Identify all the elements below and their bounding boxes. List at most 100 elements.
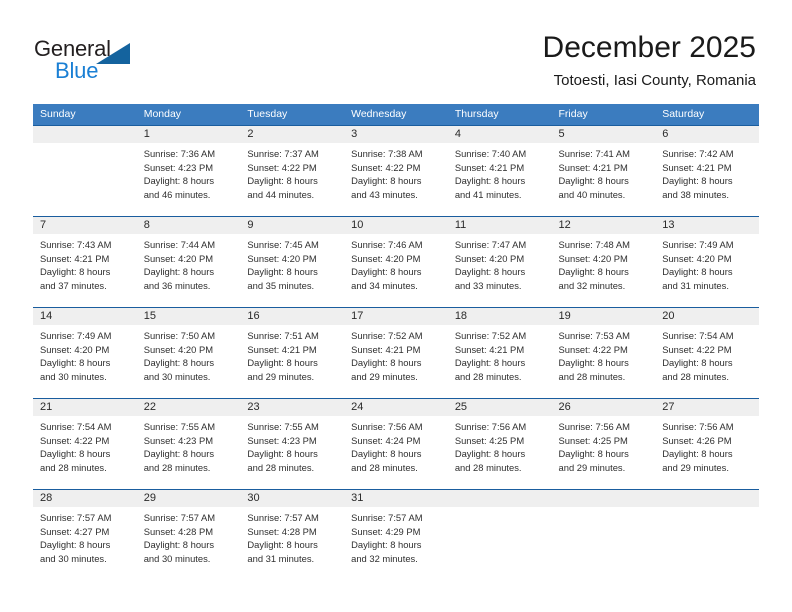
calendar-day-cell bbox=[447, 489, 552, 582]
calendar-day-cell[interactable]: 19 Sunrise: 7:53 AM Sunset: 4:22 PM Dayligh… bbox=[551, 307, 656, 399]
calendar-day-cell[interactable]: 13 Sunrise: 7:49 AM Sunset: 4:20 PM Dayligh… bbox=[655, 216, 759, 308]
calendar-day-cell[interactable]: 24 Sunrise: 7:56 AM Sunset: 4:24 PM Dayligh… bbox=[344, 398, 448, 490]
day-details: Sunrise: 7:49 AM Sunset: 4:20 PM Daylight:… bbox=[655, 234, 759, 292]
daylight-text-line1: Daylight: 8 hours bbox=[662, 448, 733, 460]
sunset-text: Sunset: 4:20 PM bbox=[454, 252, 525, 264]
day-cell-content: 4 Sunrise: 7:40 AM Sunset: 4:21 PM Daylight… bbox=[447, 126, 552, 216]
day-details: Sunrise: 7:57 AM Sunset: 4:27 PM Daylight:… bbox=[33, 507, 137, 565]
day-details: Sunrise: 7:42 AM Sunset: 4:21 PM Daylight:… bbox=[655, 143, 759, 201]
sunrise-text: Sunrise: 7:50 AM bbox=[143, 330, 216, 341]
day-cell-content: 22 Sunrise: 7:55 AM Sunset: 4:23 PM Dayligh… bbox=[136, 399, 241, 489]
day-number: 22 bbox=[136, 399, 241, 416]
day-cell-content: 5 Sunrise: 7:41 AM Sunset: 4:21 PM Daylight… bbox=[551, 126, 656, 216]
sunset-text: Sunset: 4:21 PM bbox=[662, 161, 732, 173]
calendar-day-cell[interactable]: 29 Sunrise: 7:57 AM Sunset: 4:28 PM Dayligh… bbox=[136, 489, 241, 582]
calendar-day-cell bbox=[551, 489, 656, 582]
calendar-day-cell[interactable]: 25 Sunrise: 7:56 AM Sunset: 4:25 PM Dayligh… bbox=[447, 398, 552, 490]
day-details: Sunrise: 7:37 AM Sunset: 4:22 PM Daylight:… bbox=[240, 143, 344, 201]
sunrise-text: Sunrise: 7:49 AM bbox=[662, 239, 734, 250]
sunset-text: Sunset: 4:22 PM bbox=[351, 161, 421, 173]
day-cell-content: 24 Sunrise: 7:56 AM Sunset: 4:24 PM Dayligh… bbox=[344, 399, 448, 489]
general-blue-logo[interactable]: General Blue bbox=[34, 36, 164, 92]
calendar-day-cell[interactable]: 18 Sunrise: 7:52 AM Sunset: 4:21 PM Dayligh… bbox=[447, 307, 552, 399]
sunrise-text: Sunrise: 7:57 AM bbox=[247, 512, 319, 523]
calendar-day-cell[interactable]: 17 Sunrise: 7:52 AM Sunset: 4:21 PM Dayligh… bbox=[344, 307, 448, 399]
day-cell-content: 19 Sunrise: 7:53 AM Sunset: 4:22 PM Dayligh… bbox=[551, 308, 656, 398]
weekday-header-tuesday: Tuesday bbox=[240, 104, 345, 126]
day-details: Sunrise: 7:38 AM Sunset: 4:22 PM Daylight:… bbox=[344, 143, 448, 201]
weekday-header-thursday: Thursday bbox=[447, 104, 552, 126]
day-number: 24 bbox=[344, 399, 448, 416]
calendar-day-cell[interactable]: 22 Sunrise: 7:55 AM Sunset: 4:23 PM Dayligh… bbox=[136, 398, 241, 490]
calendar-day-cell[interactable]: 16 Sunrise: 7:51 AM Sunset: 4:21 PM Dayligh… bbox=[240, 307, 345, 399]
sunset-text: Sunset: 4:23 PM bbox=[247, 434, 317, 446]
daylight-text-line1: Daylight: 8 hours bbox=[351, 266, 422, 278]
day-cell-content: 17 Sunrise: 7:52 AM Sunset: 4:21 PM Dayligh… bbox=[344, 308, 448, 398]
day-number: 6 bbox=[655, 126, 759, 143]
calendar-day-cell[interactable]: 15 Sunrise: 7:50 AM Sunset: 4:20 PM Dayligh… bbox=[136, 307, 241, 399]
day-details: Sunrise: 7:57 AM Sunset: 4:28 PM Daylight:… bbox=[240, 507, 344, 565]
sunrise-text: Sunrise: 7:43 AM bbox=[40, 239, 112, 250]
daylight-text-line2: and 36 minutes. bbox=[143, 279, 211, 291]
daylight-text-line1: Daylight: 8 hours bbox=[351, 357, 422, 369]
daylight-text-line2: and 34 minutes. bbox=[351, 279, 418, 291]
day-number: 16 bbox=[240, 308, 345, 325]
day-details: Sunrise: 7:40 AM Sunset: 4:21 PM Daylight:… bbox=[448, 143, 552, 201]
daylight-text-line1: Daylight: 8 hours bbox=[558, 448, 629, 460]
daylight-text-line2: and 29 minutes. bbox=[558, 461, 626, 473]
daylight-text-line1: Daylight: 8 hours bbox=[558, 175, 629, 187]
calendar-day-cell[interactable]: 31 Sunrise: 7:57 AM Sunset: 4:29 PM Dayligh… bbox=[344, 489, 448, 582]
day-number: 18 bbox=[447, 308, 552, 325]
sunrise-text: Sunrise: 7:49 AM bbox=[40, 330, 112, 341]
calendar-day-cell[interactable]: 2 Sunrise: 7:37 AM Sunset: 4:22 PM Daylight… bbox=[240, 125, 345, 217]
sunrise-text: Sunrise: 7:38 AM bbox=[351, 148, 423, 159]
day-cell-content: 3 Sunrise: 7:38 AM Sunset: 4:22 PM Daylight… bbox=[344, 126, 448, 216]
calendar-day-cell[interactable]: 14 Sunrise: 7:49 AM Sunset: 4:20 PM Dayligh… bbox=[33, 307, 137, 399]
day-cell-content: 29 Sunrise: 7:57 AM Sunset: 4:28 PM Dayligh… bbox=[136, 490, 241, 582]
daylight-text-line2: and 28 minutes. bbox=[351, 461, 418, 473]
daylight-text-line2: and 30 minutes. bbox=[143, 552, 211, 564]
sunset-text: Sunset: 4:21 PM bbox=[454, 161, 525, 173]
day-cell-content bbox=[551, 490, 656, 582]
daylight-text-line2: and 28 minutes. bbox=[40, 461, 107, 473]
daylight-text-line1: Daylight: 8 hours bbox=[662, 357, 733, 369]
calendar-day-cell[interactable]: 8 Sunrise: 7:44 AM Sunset: 4:20 PM Daylight… bbox=[136, 216, 241, 308]
day-number: 25 bbox=[447, 399, 552, 416]
day-number: 12 bbox=[551, 217, 656, 234]
calendar-day-cell[interactable]: 27 Sunrise: 7:56 AM Sunset: 4:26 PM Dayligh… bbox=[655, 398, 759, 490]
calendar-day-cell[interactable]: 30 Sunrise: 7:57 AM Sunset: 4:28 PM Dayligh… bbox=[240, 489, 345, 582]
day-details: Sunrise: 7:54 AM Sunset: 4:22 PM Daylight:… bbox=[655, 325, 759, 383]
sunset-text: Sunset: 4:25 PM bbox=[454, 434, 525, 446]
calendar-day-cell[interactable]: 21 Sunrise: 7:54 AM Sunset: 4:22 PM Dayligh… bbox=[33, 398, 137, 490]
calendar-day-cell[interactable]: 4 Sunrise: 7:40 AM Sunset: 4:21 PM Daylight… bbox=[447, 125, 552, 217]
calendar-day-cell[interactable]: 1 Sunrise: 7:36 AM Sunset: 4:23 PM Daylight… bbox=[136, 125, 241, 217]
sunset-text: Sunset: 4:27 PM bbox=[40, 525, 110, 537]
calendar-day-cell[interactable]: 5 Sunrise: 7:41 AM Sunset: 4:21 PM Daylight… bbox=[551, 125, 656, 217]
calendar-day-cell[interactable]: 9 Sunrise: 7:45 AM Sunset: 4:20 PM Daylight… bbox=[240, 216, 345, 308]
calendar-day-cell[interactable]: 28 Sunrise: 7:57 AM Sunset: 4:27 PM Dayligh… bbox=[33, 489, 137, 582]
calendar-day-cell[interactable]: 10 Sunrise: 7:46 AM Sunset: 4:20 PM Dayligh… bbox=[344, 216, 448, 308]
daylight-text-line1: Daylight: 8 hours bbox=[247, 357, 318, 369]
sunrise-text: Sunrise: 7:48 AM bbox=[558, 239, 630, 250]
day-number: 21 bbox=[33, 399, 137, 416]
calendar-day-cell[interactable]: 20 Sunrise: 7:54 AM Sunset: 4:22 PM Dayligh… bbox=[655, 307, 759, 399]
day-cell-content: 14 Sunrise: 7:49 AM Sunset: 4:20 PM Dayligh… bbox=[33, 308, 137, 398]
sunrise-text: Sunrise: 7:41 AM bbox=[558, 148, 630, 159]
daylight-text-line2: and 44 minutes. bbox=[247, 188, 315, 200]
calendar-day-cell[interactable]: 23 Sunrise: 7:55 AM Sunset: 4:23 PM Dayligh… bbox=[240, 398, 345, 490]
sunset-text: Sunset: 4:21 PM bbox=[40, 252, 110, 264]
calendar-day-cell[interactable]: 6 Sunrise: 7:42 AM Sunset: 4:21 PM Daylight… bbox=[655, 125, 759, 217]
day-details: Sunrise: 7:56 AM Sunset: 4:24 PM Daylight:… bbox=[344, 416, 448, 474]
sunset-text: Sunset: 4:22 PM bbox=[40, 434, 110, 446]
sunset-text: Sunset: 4:25 PM bbox=[558, 434, 628, 446]
day-details: Sunrise: 7:56 AM Sunset: 4:25 PM Daylight:… bbox=[448, 416, 552, 474]
calendar-day-cell[interactable]: 12 Sunrise: 7:48 AM Sunset: 4:20 PM Dayligh… bbox=[551, 216, 656, 308]
daylight-text-line2: and 29 minutes. bbox=[351, 370, 418, 382]
calendar-day-cell[interactable]: 26 Sunrise: 7:56 AM Sunset: 4:25 PM Dayligh… bbox=[551, 398, 656, 490]
daylight-text-line2: and 33 minutes. bbox=[454, 279, 522, 291]
daylight-text-line1: Daylight: 8 hours bbox=[247, 539, 318, 551]
calendar-day-cell[interactable]: 3 Sunrise: 7:38 AM Sunset: 4:22 PM Daylight… bbox=[344, 125, 448, 217]
sunset-text: Sunset: 4:28 PM bbox=[247, 525, 317, 537]
calendar-day-cell[interactable]: 11 Sunrise: 7:47 AM Sunset: 4:20 PM Dayligh… bbox=[447, 216, 552, 308]
calendar-day-cell[interactable]: 7 Sunrise: 7:43 AM Sunset: 4:21 PM Daylight… bbox=[33, 216, 137, 308]
